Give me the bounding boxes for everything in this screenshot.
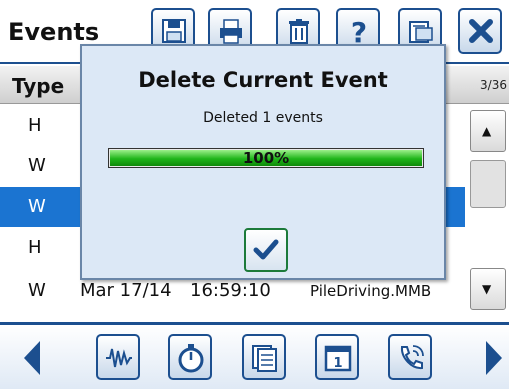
arrow-right-icon[interactable] — [484, 339, 506, 377]
arrow-left-icon[interactable] — [20, 339, 42, 377]
dialog-message: Deleted 1 events — [203, 110, 323, 126]
phone-icon — [400, 345, 424, 370]
event-file: PileDriving.MMB — [310, 282, 432, 300]
documents-button[interactable] — [242, 334, 286, 380]
ok-button[interactable] — [244, 228, 288, 272]
event-date: Mar 17/14 — [80, 280, 172, 301]
phone-button[interactable] — [388, 334, 432, 380]
event-type: W — [28, 280, 46, 301]
event-type: W — [28, 196, 46, 217]
scrollbar-thumb[interactable] — [470, 160, 506, 208]
event-time: 16:59:10 — [190, 280, 271, 301]
save-icon — [162, 19, 186, 43]
stopwatch-button[interactable] — [168, 334, 212, 380]
page-title: Events — [8, 18, 100, 46]
progress-bar: 100% — [108, 148, 424, 168]
scroll-up-button[interactable]: ▲ — [470, 110, 506, 152]
help-icon: ? — [351, 17, 367, 47]
checkmark-icon — [253, 239, 279, 260]
export-icon — [409, 21, 433, 43]
svg-text:1: 1 — [333, 356, 342, 371]
bottom-nav: 1 — [0, 322, 509, 389]
print-icon — [220, 19, 242, 44]
triangle-down-icon: ▼ — [482, 282, 492, 296]
stopwatch-icon — [178, 344, 204, 373]
close-icon — [469, 19, 493, 43]
delete-event-dialog: Delete Current Event Deleted 1 events 10… — [80, 44, 446, 280]
dialog-title: Delete Current Event — [138, 68, 388, 92]
svg-text:?: ? — [351, 17, 367, 47]
column-header-type[interactable]: Type — [12, 74, 64, 98]
event-type: H — [28, 237, 42, 258]
trash-icon — [289, 19, 309, 44]
event-type: W — [28, 155, 46, 176]
close-button[interactable] — [458, 8, 502, 54]
progress-text: 100% — [242, 149, 290, 167]
event-type: H — [28, 115, 42, 136]
waveform-icon — [106, 348, 132, 368]
documents-icon — [252, 345, 277, 372]
waveform-button[interactable] — [96, 334, 140, 380]
scroll-down-button[interactable]: ▼ — [470, 268, 506, 310]
calendar-icon: 1 — [324, 345, 352, 372]
triangle-up-icon: ▲ — [482, 124, 492, 138]
calendar-button[interactable]: 1 — [315, 334, 359, 380]
page-indicator: 3/36 — [480, 78, 507, 92]
